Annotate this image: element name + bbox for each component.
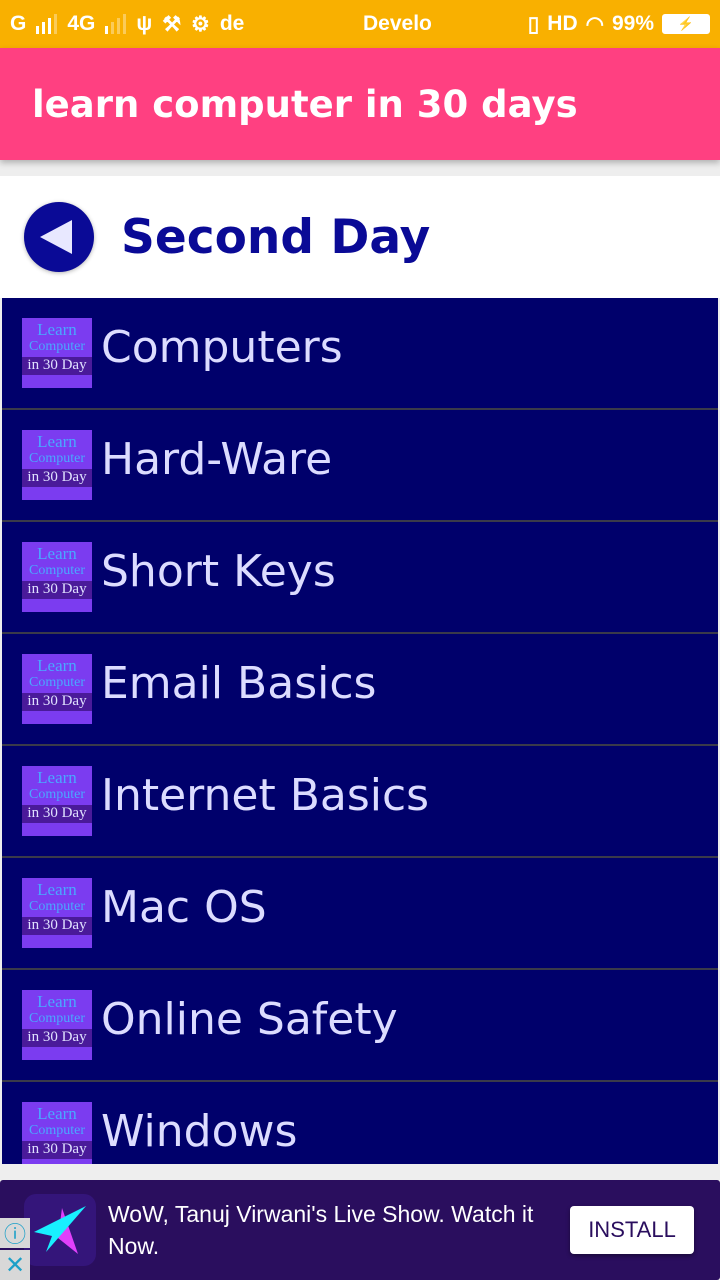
usb-icon: ψ (136, 12, 153, 35)
thumbnail-icon: Learn Computer in 30 Day (22, 318, 92, 388)
install-button[interactable]: INSTALL (570, 1206, 694, 1254)
thumb-line1: Learn (37, 544, 77, 563)
list-item[interactable]: Learn Computer in 30 Day Internet Basics (2, 746, 718, 858)
thumb-line1: Learn (37, 880, 77, 899)
vibrate-icon: ▯ (527, 12, 540, 36)
thumb-line2: Computer (29, 1123, 85, 1138)
app-bar: learn computer in 30 days (0, 48, 720, 160)
day-title: Second Day (121, 210, 431, 265)
wifi-icon: ◠ (585, 12, 604, 36)
thumb-line1: Learn (37, 768, 77, 787)
list-item-label: Internet Basics (101, 770, 430, 821)
thumb-line2: Computer (29, 899, 85, 914)
thumb-line1: Learn (37, 432, 77, 451)
developer-text: Develo (363, 12, 432, 35)
thumb-line3: in 30 Day (22, 1141, 92, 1159)
thumb-line2: Computer (29, 787, 85, 802)
hd-label: HD (547, 12, 578, 35)
tools-icon: ⚒ (162, 12, 182, 36)
topic-list[interactable]: Learn Computer in 30 Day Computers Learn Co… (2, 298, 718, 1164)
thumb-line2: Computer (29, 1011, 85, 1026)
list-item[interactable]: Learn Computer in 30 Day Online Safety (2, 970, 718, 1082)
thumbnail-icon: Learn Computer in 30 Day (22, 766, 92, 836)
notification-text: de (219, 12, 245, 35)
list-item-label: Hard-Ware (101, 434, 333, 485)
list-item[interactable]: Learn Computer in 30 Day Windows (2, 1082, 718, 1164)
list-item-label: Windows (101, 1106, 298, 1157)
list-item-label: Mac OS (101, 882, 267, 933)
thumb-line1: Learn (37, 1104, 77, 1123)
list-item[interactable]: Learn Computer in 30 Day Hard-Ware (2, 410, 718, 522)
usb-settings-icon: ⚙ (191, 12, 210, 36)
thumb-line1: Learn (37, 656, 77, 675)
day-header: Second Day (0, 176, 720, 298)
thumb-line3: in 30 Day (22, 581, 92, 599)
thumbnail-icon: Learn Computer in 30 Day (22, 878, 92, 948)
thumb-line3: in 30 Day (22, 917, 92, 935)
list-item-label: Computers (101, 322, 343, 373)
signal-icon-2 (105, 14, 127, 34)
thumbnail-icon: Learn Computer in 30 Day (22, 990, 92, 1060)
thumb-line2: Computer (29, 339, 85, 354)
list-item-label: Short Keys (101, 546, 336, 597)
network-type-1: G (10, 12, 27, 35)
thumb-line2: Computer (29, 563, 85, 578)
list-item[interactable]: Learn Computer in 30 Day Mac OS (2, 858, 718, 970)
thumb-line2: Computer (29, 451, 85, 466)
ad-info-icon[interactable]: ⓘ (0, 1218, 30, 1248)
thumbnail-icon: Learn Computer in 30 Day (22, 1102, 92, 1164)
thumbnail-icon: Learn Computer in 30 Day (22, 430, 92, 500)
thumb-line3: in 30 Day (22, 357, 92, 375)
signal-icon (36, 14, 58, 34)
charging-icon: ⚡ (677, 16, 695, 31)
list-item-label: Online Safety (101, 994, 398, 1045)
list-item-label: Email Basics (101, 658, 377, 709)
back-button[interactable] (24, 202, 94, 272)
thumb-line3: in 30 Day (22, 693, 92, 711)
thumb-line1: Learn (37, 320, 77, 339)
thumb-line3: in 30 Day (22, 805, 92, 823)
ad-banner[interactable]: WoW, Tanuj Virwani's Live Show. Watch it… (0, 1180, 720, 1280)
thumbnail-icon: Learn Computer in 30 Day (22, 654, 92, 724)
ad-text[interactable]: WoW, Tanuj Virwani's Live Show. Watch it… (108, 1198, 558, 1262)
thumb-line3: in 30 Day (22, 469, 92, 487)
list-item[interactable]: Learn Computer in 30 Day Short Keys (2, 522, 718, 634)
thumb-line3: in 30 Day (22, 1029, 92, 1047)
ad-app-icon[interactable] (24, 1194, 96, 1266)
star-logo-icon (34, 1206, 86, 1254)
battery-percent: 99% (611, 12, 654, 35)
app-title: learn computer in 30 days (32, 82, 578, 126)
battery-icon: ⚡ (662, 14, 710, 34)
list-item[interactable]: Learn Computer in 30 Day Computers (2, 298, 718, 410)
back-arrow-icon (40, 220, 72, 254)
list-item[interactable]: Learn Computer in 30 Day Email Basics (2, 634, 718, 746)
thumbnail-icon: Learn Computer in 30 Day (22, 542, 92, 612)
network-type-2: 4G (67, 12, 96, 35)
thumb-line1: Learn (37, 992, 77, 1011)
thumb-line2: Computer (29, 675, 85, 690)
ad-close-icon[interactable]: ✕ (0, 1250, 30, 1280)
status-bar: G 4G ψ ⚒ ⚙ de Develo ▯ HD ◠ 99% ⚡ (0, 0, 720, 48)
